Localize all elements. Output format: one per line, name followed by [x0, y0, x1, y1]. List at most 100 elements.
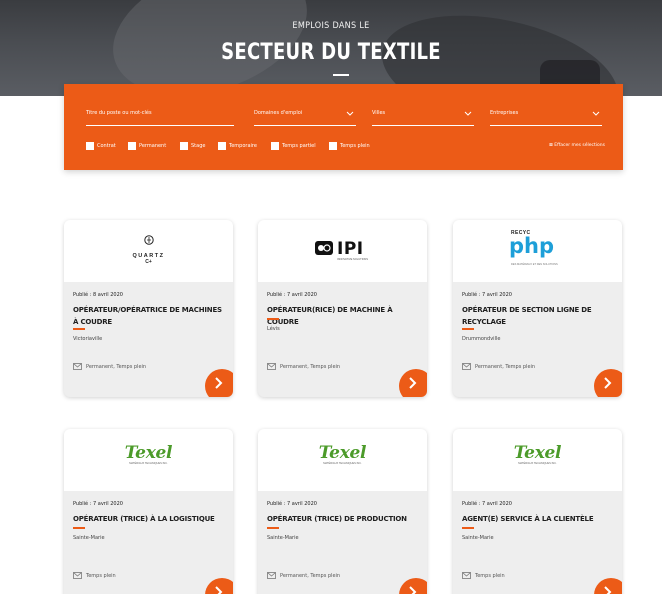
chevron-right-icon [604, 586, 612, 594]
job-card[interactable]: Texel MATÉRIAUX TECHNIQUES INC. Publié :… [258, 429, 427, 594]
job-title[interactable]: OPÉRATEUR(RICE) DE MACHINE À COUDRE [267, 304, 422, 328]
view-job-button[interactable] [594, 369, 622, 397]
checkbox-label: Temps partiel [282, 143, 316, 149]
job-type: Temps plein [86, 573, 116, 579]
city-select[interactable]: Villes [372, 110, 474, 126]
job-type: Permanent, Temps plein [280, 573, 341, 579]
company-select-label: Entreprises [490, 110, 519, 116]
texel-tagline: MATÉRIAUX TECHNIQUES INC. [129, 462, 168, 465]
envelope-icon [462, 572, 471, 579]
clear-selections-label: Effacer mes sélections [554, 143, 605, 148]
checkbox-box[interactable] [271, 142, 279, 150]
quartz-logo: QUARTZ C+ [64, 233, 233, 265]
view-job-button[interactable] [205, 369, 233, 397]
texel-name: Texel [318, 443, 367, 463]
ipi-name: IPI [337, 239, 364, 259]
php-wordmark: php [509, 234, 555, 258]
checkbox-box[interactable] [86, 142, 94, 150]
title-accent-rule [462, 527, 474, 529]
job-title[interactable]: OPÉRATEUR (TRICE) DE PRODUCTION [267, 513, 422, 525]
texel-tagline: MATÉRIAUX TECHNIQUES INC. [323, 462, 362, 465]
job-card[interactable]: RECYC php DES MATÉRIAUX ET DES SOLUTIONS… [453, 220, 622, 397]
clear-selections-link[interactable]: ⊠ Effacer mes sélections [549, 143, 605, 148]
job-info: Publié : 7 avril 2020 OPÉRATEUR (TRICE) … [64, 491, 233, 594]
checkbox-label: Temporaire [229, 143, 257, 149]
title-accent-rule [73, 527, 85, 529]
page-title: SECTEUR DU TEXTILE [221, 40, 441, 65]
job-location: Drummondville [462, 336, 501, 342]
envelope-icon [267, 363, 276, 370]
quartz-emblem-icon [143, 235, 154, 245]
job-location: Victoriaville [73, 336, 103, 342]
chevron-right-icon [604, 377, 612, 389]
view-job-button[interactable] [399, 369, 427, 397]
checkbox-label: Contrat [97, 143, 116, 149]
clear-icon: ⊠ [549, 143, 553, 148]
title-accent-rule [267, 527, 279, 529]
job-info: Publié : 7 avril 2020 AGENT(E) SERVICE À… [453, 491, 622, 594]
city-select-label: Villes [372, 110, 386, 116]
chevron-right-icon [215, 377, 223, 389]
job-type: Permanent, Temps plein [280, 364, 341, 370]
recyc-php-logo: RECYC php DES MATÉRIAUX ET DES SOLUTIONS [509, 230, 571, 276]
texel-logo: Texel MATÉRIAUX TECHNIQUES INC. [453, 443, 622, 465]
job-title[interactable]: OPÉRATEUR DE SECTION LIGNE DE RECYCLAGE [462, 304, 617, 328]
envelope-icon [267, 572, 276, 579]
publish-date: Publié : 7 avril 2020 [267, 292, 317, 298]
php-tagline: DES MATÉRIAUX ET DES SOLUTIONS [511, 263, 558, 266]
company-logo: RECYC php DES MATÉRIAUX ET DES SOLUTIONS [453, 220, 622, 282]
job-location: Sainte-Marie [267, 535, 299, 541]
ipi-emblem-icon [315, 241, 333, 255]
job-filter-panel: Titre du poste ou mot-clés Domaines d'em… [64, 84, 623, 170]
checkbox-label: Temps plein [340, 143, 370, 149]
chevron-right-icon [409, 586, 417, 594]
checkbox-label: Permanent [139, 143, 167, 149]
company-logo: Texel MATÉRIAUX TECHNIQUES INC. [453, 429, 622, 491]
job-title[interactable]: AGENT(E) SERVICE À LA CLIENTÈLE [462, 513, 617, 525]
chevron-right-icon [409, 377, 417, 389]
texel-name: Texel [513, 443, 562, 463]
job-card[interactable]: Texel MATÉRIAUX TECHNIQUES INC. Publié :… [64, 429, 233, 594]
job-type: Permanent, Temps plein [475, 364, 536, 370]
envelope-icon [462, 363, 471, 370]
company-logo: IPI INNOVATIVE SOLUTIONS [258, 220, 427, 282]
hero-banner: EMPLOIS DANS LE SECTEUR DU TEXTILE [0, 0, 662, 96]
checkbox-box[interactable] [329, 142, 337, 150]
publish-date: Publié : 8 avril 2020 [73, 292, 123, 298]
checkbox-box[interactable] [128, 142, 136, 150]
envelope-icon [73, 363, 82, 370]
checkbox-box[interactable] [180, 142, 188, 150]
envelope-icon [73, 572, 82, 579]
job-info: Publié : 7 avril 2020 OPÉRATEUR (TRICE) … [258, 491, 427, 594]
chevron-right-icon [215, 586, 223, 594]
checkbox-label: Stage [191, 143, 206, 149]
job-card[interactable]: Texel MATÉRIAUX TECHNIQUES INC. Publié :… [453, 429, 622, 594]
job-title[interactable]: OPÉRATEUR (TRICE) À LA LOGISTIQUE [73, 513, 228, 525]
job-title[interactable]: OPÉRATEUR/OPÉRATRICE DE MACHINES À COUDR… [73, 304, 228, 328]
domain-select[interactable]: Domaines d'emploi [254, 110, 356, 126]
chevron-down-icon [464, 111, 472, 116]
hero-subtitle: EMPLOIS DANS LE [292, 21, 370, 31]
quartz-sub: C+ [145, 259, 152, 265]
publish-date: Publié : 7 avril 2020 [267, 501, 317, 507]
company-select[interactable]: Entreprises [490, 110, 602, 126]
title-accent-rule [73, 328, 85, 330]
title-accent-rule [462, 328, 474, 330]
texel-name: Texel [124, 443, 173, 463]
publish-date: Publié : 7 avril 2020 [462, 292, 512, 298]
publish-date: Publié : 7 avril 2020 [462, 501, 512, 507]
chevron-down-icon [346, 111, 354, 116]
chevron-down-icon [592, 111, 600, 116]
job-location: Sainte-Marie [73, 535, 105, 541]
job-type: Temps plein [475, 573, 505, 579]
checkbox-box[interactable] [218, 142, 226, 150]
title-accent-rule [267, 318, 279, 320]
job-card[interactable]: QUARTZ C+ Publié : 8 avril 2020 OPÉRATEU… [64, 220, 233, 397]
job-location: Sainte-Marie [462, 535, 494, 541]
job-search-input[interactable]: Titre du poste ou mot-clés [86, 110, 234, 126]
texel-logo: Texel MATÉRIAUX TECHNIQUES INC. [258, 443, 427, 465]
ipi-logo: IPI INNOVATIVE SOLUTIONS [315, 239, 368, 261]
job-card[interactable]: IPI INNOVATIVE SOLUTIONS Publié : 7 avri… [258, 220, 427, 397]
job-location: Lévis [267, 326, 280, 332]
company-logo: QUARTZ C+ [64, 220, 233, 282]
